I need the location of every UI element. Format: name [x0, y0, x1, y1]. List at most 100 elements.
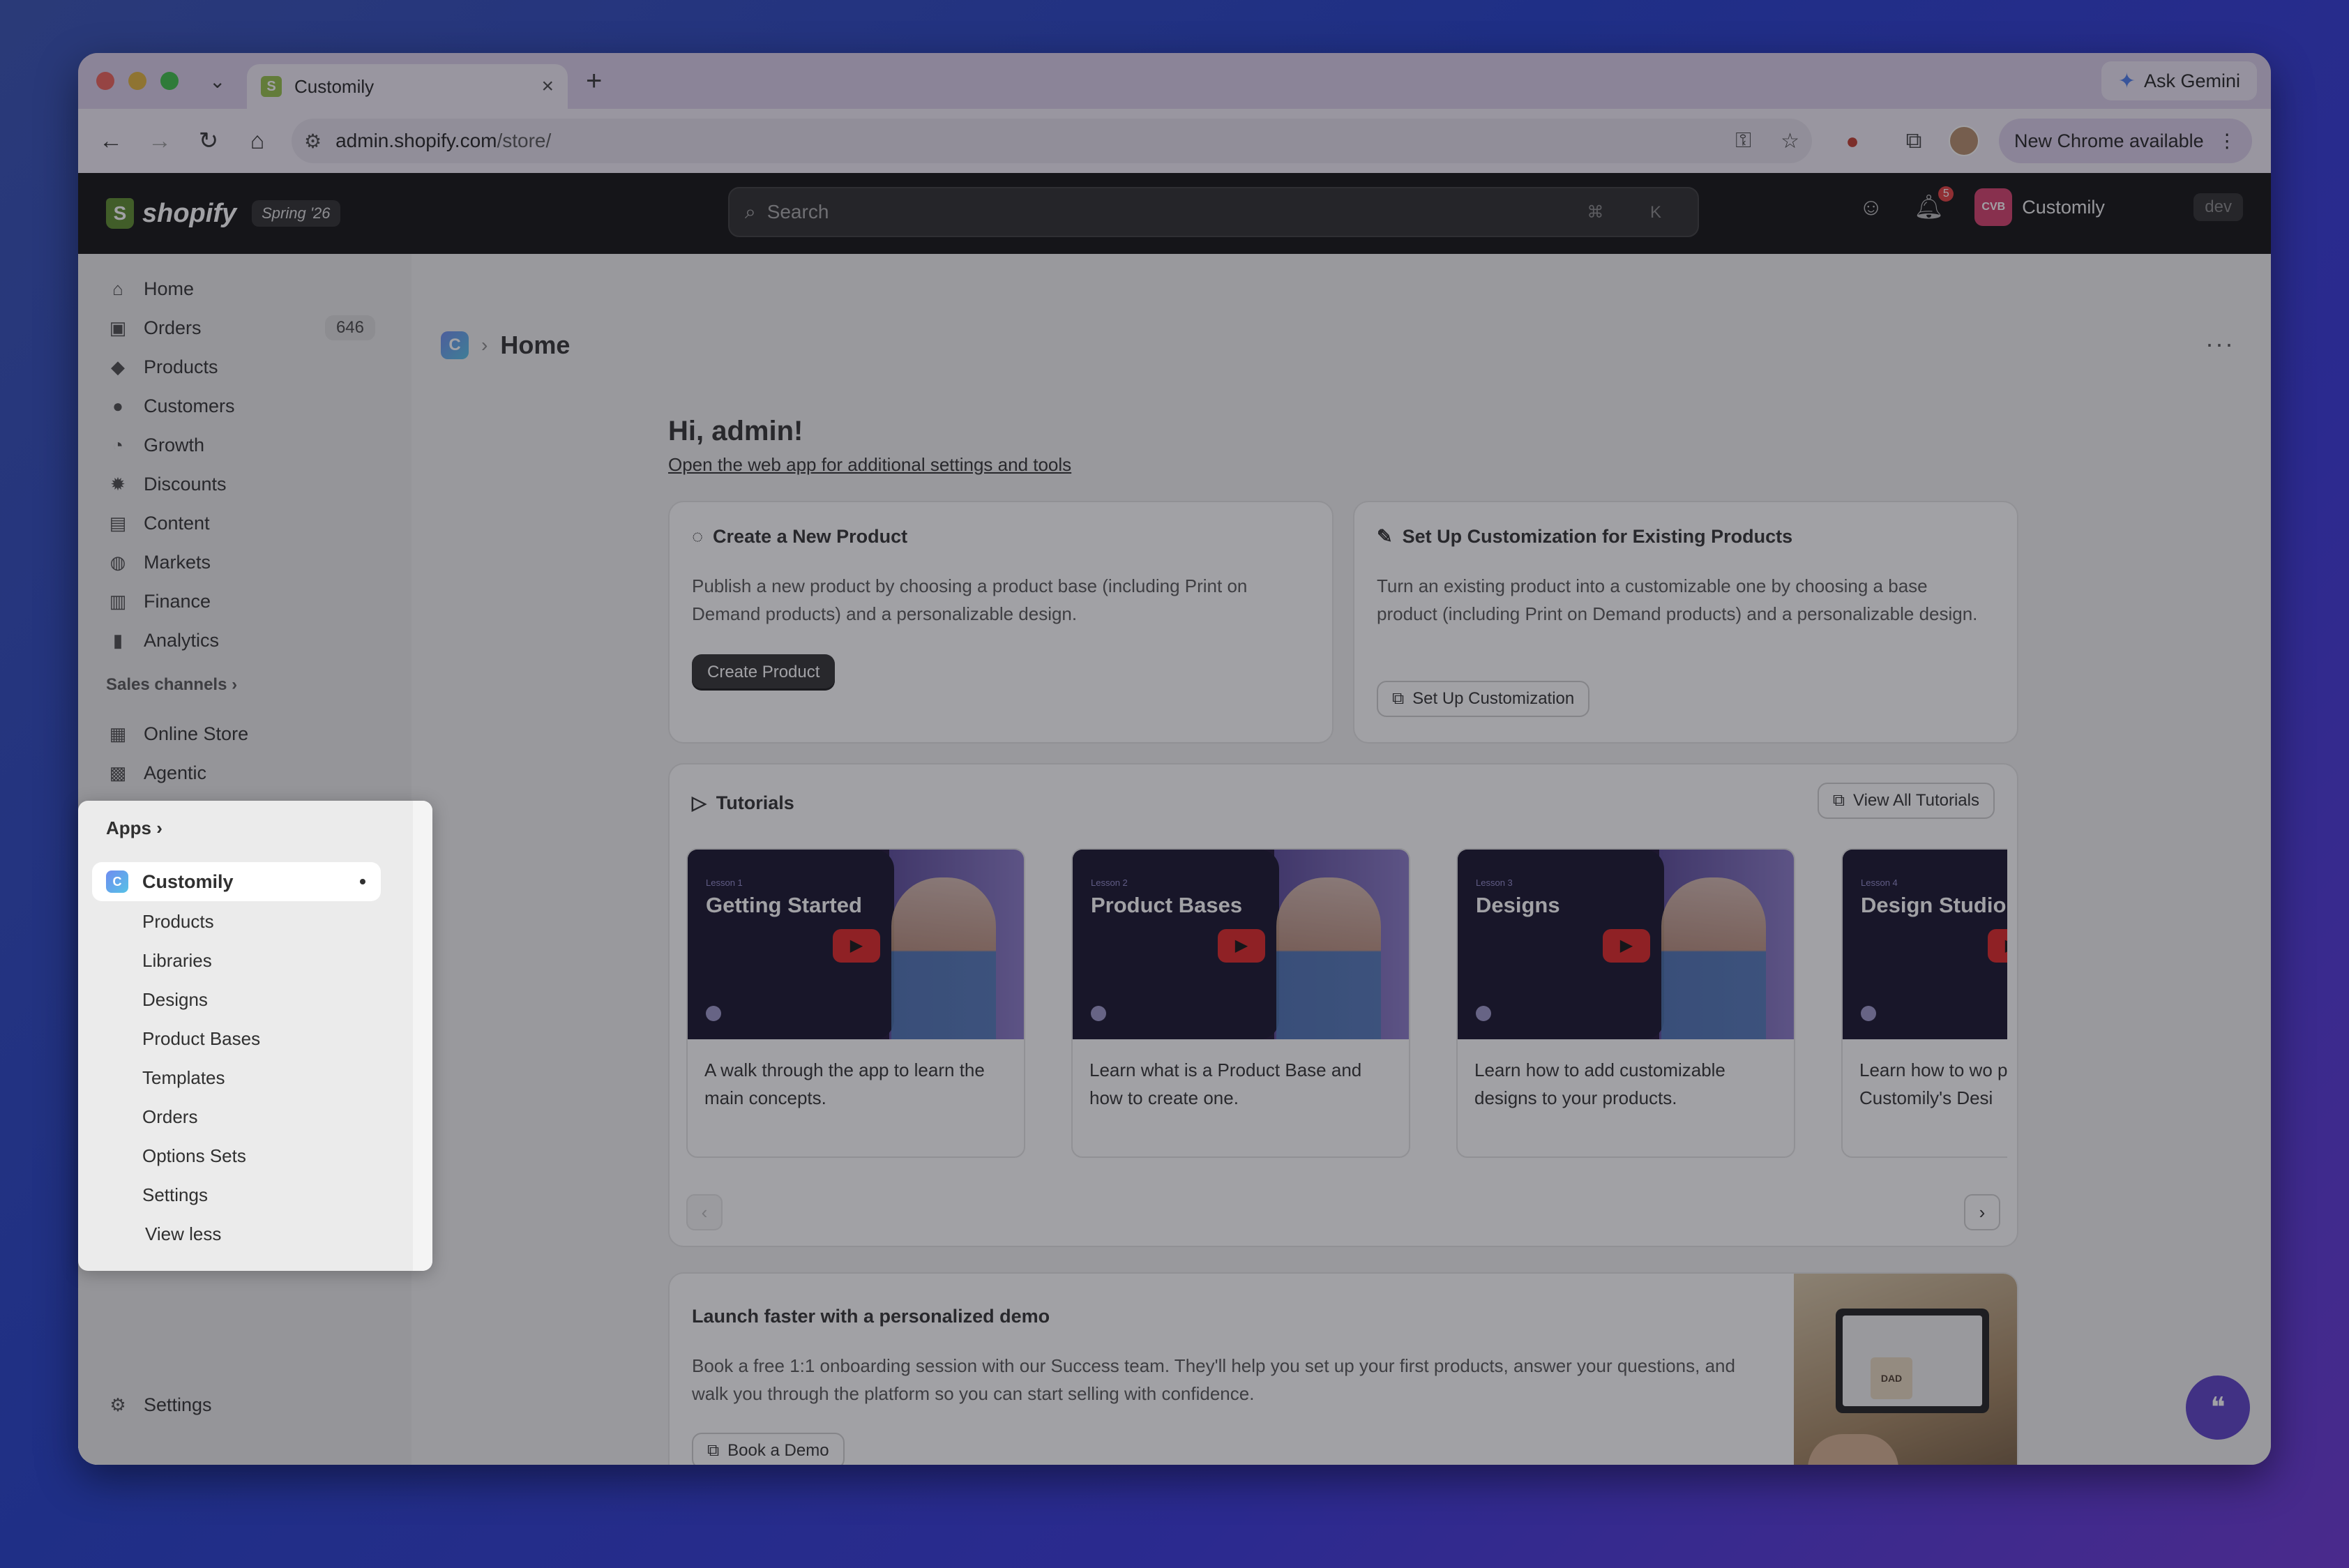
password-key-icon[interactable]: ⚿ [1735, 129, 1751, 153]
tutorial-card[interactable]: Lesson 1 Getting Started ▶ A walk through … [686, 848, 1025, 1158]
carousel-prev-button[interactable]: ‹ [686, 1194, 723, 1230]
setup-card-body: Turn an existing product into a customiz… [1377, 575, 1978, 624]
tutorials-card: ▷ Tutorials ⧉ View All Tutorials Lesson 1G… [668, 763, 2018, 1247]
profile-avatar[interactable] [1949, 126, 1979, 156]
new-tab-button[interactable]: + [586, 66, 602, 97]
home-icon: ⌂ [112, 278, 123, 299]
demo-card-title: Launch faster with a personalized demo [692, 1306, 1050, 1327]
chat-support-button[interactable]: ❝ [2186, 1375, 2250, 1440]
close-tab-icon[interactable]: × [541, 75, 554, 98]
sidebar-item-label: Markets [144, 551, 211, 573]
create-product-button[interactable]: Create Product [692, 654, 836, 691]
tutorial-card[interactable]: Lesson 3 Designs ▶ Learn how to add custom… [1456, 848, 1795, 1158]
bookmark-star-icon[interactable]: ☆ [1781, 129, 1799, 153]
setup-customization-card: ✎ Set Up Customization for Existing Produ… [1353, 501, 2018, 744]
book-demo-button[interactable]: ⧉ Book a Demo [692, 1433, 845, 1465]
ask-gemini-button[interactable]: ✦ Ask Gemini [2101, 61, 2257, 100]
sidebar-item-label: Customers [144, 395, 235, 416]
sidebar-item-customily[interactable]: C Customily [92, 862, 381, 901]
apps-heading[interactable]: Apps › [106, 817, 163, 839]
kebab-menu-icon: ⋮ [2217, 130, 2237, 151]
youtube-play-icon: ▶ [1218, 929, 1265, 963]
back-arrow-icon[interactable]: ← [86, 128, 135, 155]
breadcrumb: C › Home [441, 331, 570, 360]
sidebar-item-products[interactable]: ◆ Products [99, 349, 385, 385]
store-name: Customily [2022, 196, 2105, 218]
youtube-play-icon: ▶ [1603, 929, 1650, 963]
create-card-title: ◌ Create a New Product [692, 526, 908, 547]
sidebar-item-label: Home [144, 278, 195, 299]
store-switcher[interactable]: CVB Customily [1974, 188, 2163, 226]
app-subitem-libraries[interactable]: Libraries [142, 950, 212, 972]
app-subitem-options-sets[interactable]: Options Sets [142, 1145, 246, 1167]
app-subitem-designs[interactable]: Designs [142, 989, 208, 1011]
orders-icon: ▣ [109, 317, 127, 338]
content-icon: ▤ [109, 512, 127, 534]
reload-icon[interactable]: ↻ [184, 127, 233, 155]
gauge-icon: ◔ [112, 434, 123, 455]
sidebar-item-analytics[interactable]: ▮ Analytics [99, 622, 385, 658]
tutorial-thumbnail: Lesson 2 Product Bases ▶ [1073, 850, 1409, 1039]
extension-icon[interactable]: ● [1831, 128, 1873, 154]
tutorial-thumbnail: Lesson 3 Designs ▶ [1458, 850, 1794, 1039]
sidebar-item-discounts[interactable]: ✹ Discounts [99, 466, 385, 502]
admin-search-input[interactable]: ⌕ Search ⌘ K [728, 187, 1699, 237]
view-all-tutorials-button[interactable]: ⧉ View All Tutorials [1817, 783, 1995, 819]
sidebar-item-agentic[interactable]: ▩ Agentic [99, 755, 385, 791]
home-browser-icon[interactable]: ⌂ [233, 128, 282, 155]
view-less-link[interactable]: View less [145, 1223, 221, 1245]
close-window-button[interactable] [96, 72, 114, 90]
sidebar-item-content[interactable]: ▤ Content [99, 505, 385, 541]
minimize-window-button[interactable] [128, 72, 146, 90]
shopify-logo[interactable]: S shopify [106, 198, 236, 229]
shopify-bag-icon: S [106, 198, 134, 229]
new-chrome-available-button[interactable]: New Chrome available ⋮ [1999, 119, 2252, 163]
env-badge: dev [2193, 193, 2243, 221]
demo-card-body: Book a free 1:1 onboarding session with … [692, 1355, 1735, 1404]
carousel-next-button[interactable]: › [1964, 1194, 2000, 1230]
chat-bubble-icon: ❝ [2210, 1392, 2226, 1423]
sidebar-item-orders[interactable]: ▣ Orders 646 [99, 310, 385, 346]
sidebar-item-customers[interactable]: ● Customers [99, 388, 385, 424]
sidebar-scrollbar[interactable] [413, 801, 432, 1271]
forward-arrow-icon[interactable]: → [135, 128, 184, 155]
sidebar-item-growth[interactable]: ◔ Growth [99, 427, 385, 463]
demo-photo: DAD [1794, 1274, 2017, 1465]
maximize-window-button[interactable] [160, 72, 179, 90]
sales-channels-heading[interactable]: Sales channels › [106, 675, 237, 695]
person-icon: ● [112, 395, 123, 416]
greeting-heading: Hi, admin! [668, 416, 803, 446]
external-link-icon: ⧉ [1392, 689, 1405, 708]
tab-search-chevron-icon[interactable]: ⌄ [209, 70, 230, 93]
tutorial-description: Learn what is a Product Base and how to … [1089, 1060, 1362, 1108]
youtube-play-icon: ▶ [833, 929, 880, 963]
tutorial-card[interactable]: Lesson 4Design Studio▶ Learn how to wo p… [1841, 848, 2007, 1158]
tutorial-card[interactable]: Lesson 2 Product Bases ▶ Learn what is a P… [1071, 848, 1410, 1158]
sidebar-item-label: Customily [142, 870, 234, 892]
browser-tab[interactable]: S Customily × [247, 64, 568, 109]
customily-app-icon[interactable]: C [441, 331, 469, 359]
more-actions-icon[interactable]: ··· [2205, 329, 2235, 359]
web-app-link[interactable]: Open the web app for additional settings… [668, 454, 1071, 476]
address-bar[interactable]: ⚙ admin.shopify.com/store/ ⚿ ☆ [292, 119, 1812, 163]
edition-badge[interactable]: Spring '26 [252, 200, 340, 227]
sidebar-item-settings[interactable]: ⚙ Settings [99, 1387, 385, 1423]
sidebar-item-finance[interactable]: ▥ Finance [99, 583, 385, 619]
sidebar-item-home[interactable]: ⌂ Home [99, 271, 385, 307]
app-subitem-settings[interactable]: Settings [142, 1184, 208, 1206]
setup-customization-button[interactable]: ⧉ Set Up Customization [1377, 681, 1590, 717]
app-subitem-products[interactable]: Products [142, 911, 214, 933]
extensions-puzzle-icon[interactable]: ⧉ [1893, 128, 1935, 154]
sidekick-icon[interactable]: ☺ [1859, 194, 1883, 221]
site-settings-icon[interactable]: ⚙ [304, 130, 322, 153]
store-avatar: CVB [1974, 188, 2013, 226]
sidebar-item-label: Discounts [144, 473, 227, 495]
setup-card-title: ✎ Set Up Customization for Existing Produ… [1377, 526, 1793, 547]
sidebar-item-online-store[interactable]: ▦ Online Store [99, 716, 385, 752]
sidebar-item-markets[interactable]: ◍ Markets [99, 544, 385, 580]
app-subitem-product-bases[interactable]: Product Bases [142, 1028, 260, 1050]
notifications-bell-icon[interactable]: 🔔︎ 5 [1914, 186, 1954, 221]
app-subitem-orders[interactable]: Orders [142, 1106, 197, 1128]
external-link-icon: ⧉ [707, 1441, 720, 1460]
app-subitem-templates[interactable]: Templates [142, 1067, 225, 1089]
